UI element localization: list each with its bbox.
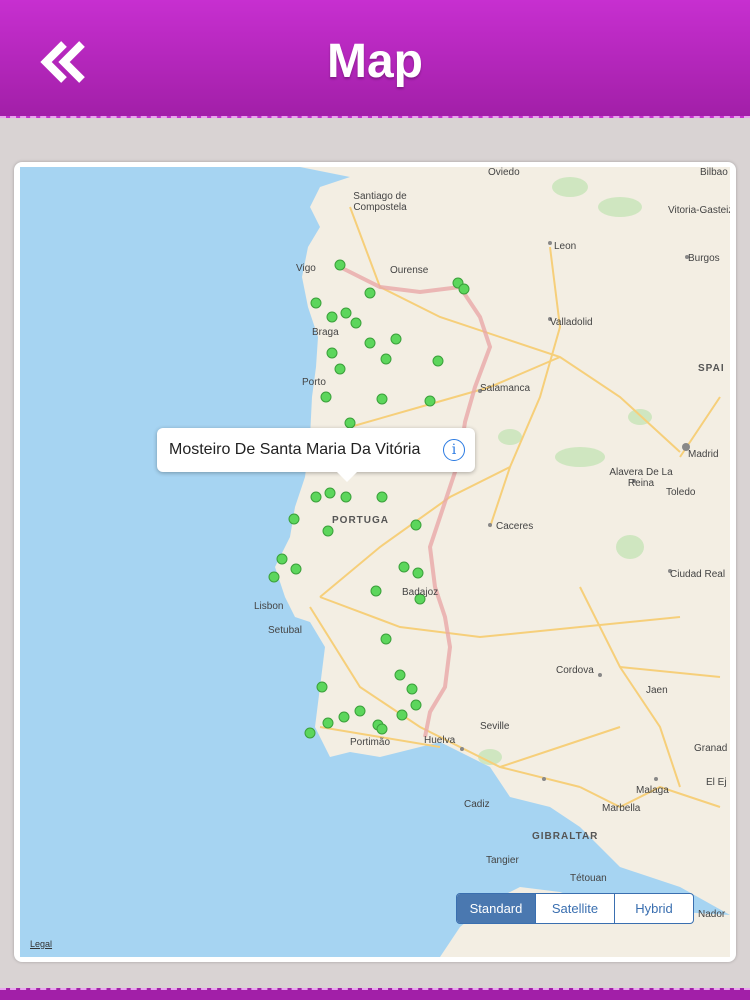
map-type-satellite[interactable]: Satellite [536,894,615,923]
page-title: Map [327,35,423,88]
city-lisbon: Lisbon [254,601,284,612]
city-ciudad-real: Ciudad Real [670,569,726,580]
city-alavera: Alavera De La Reina [609,467,673,489]
city-malaga: Malaga [636,785,669,796]
pin-callout[interactable]: Mosteiro De Santa Maria Da Vitória i [157,428,475,482]
city-tetouan: Tétouan [570,873,607,884]
city-setubal: Setubal [268,625,302,636]
city-oviedo: Oviedo [488,167,520,178]
city-cordova: Cordova [556,665,594,676]
city-ourense: Ourense [390,265,429,276]
city-leon: Leon [554,241,577,252]
city-el-ejido: El Ej [706,777,727,788]
region-gibraltar: GIBRALTAR [532,831,599,842]
city-santiago: Santiago de Compostela [353,191,407,213]
city-tangier: Tangier [486,855,519,866]
city-marbella: Marbella [602,803,641,814]
region-portugal: PORTUGA [332,515,389,526]
map-type-hybrid[interactable]: Hybrid [615,894,693,923]
city-porto: Porto [302,377,326,388]
city-badajoz: Badajoz [402,587,439,598]
legal-link[interactable]: Legal [30,939,52,949]
city-burgos: Burgos [688,253,720,264]
city-valladolid: Valladolid [550,317,593,328]
app-header: Map [0,0,750,118]
city-braga: Braga [312,327,339,338]
city-seville: Seville [480,721,510,732]
region-spain: SPAI [698,363,725,374]
map-canvas [268,167,730,957]
callout-title: Mosteiro De Santa Maria Da Vitória [169,441,421,458]
city-nador: Nador [698,909,726,920]
app-footer [0,988,750,1000]
map-view[interactable]: Oviedo Bilbao Santiago de Compostela Vit… [20,167,730,957]
city-jaen: Jaen [646,685,668,696]
city-caceres: Caceres [496,521,534,532]
city-cadiz: Cadiz [464,799,490,810]
city-bilbao: Bilbao [700,167,728,178]
info-icon[interactable]: i [443,439,465,461]
city-portimao: Portimão [350,737,391,748]
iberia-land [275,167,730,915]
city-salamanca: Salamanca [480,383,531,394]
map-type-standard[interactable]: Standard [457,894,536,923]
map-frame: Oviedo Bilbao Santiago de Compostela Vit… [14,162,736,962]
city-vitoria: Vitoria-Gasteiz [668,205,730,216]
city-madrid: Madrid [688,449,719,460]
city-granada: Granad [694,743,728,754]
city-huelva: Huelva [424,735,456,746]
map-type-selector[interactable]: Standard Satellite Hybrid [456,893,694,924]
city-toledo: Toledo [666,487,696,498]
city-vigo: Vigo [296,263,316,274]
